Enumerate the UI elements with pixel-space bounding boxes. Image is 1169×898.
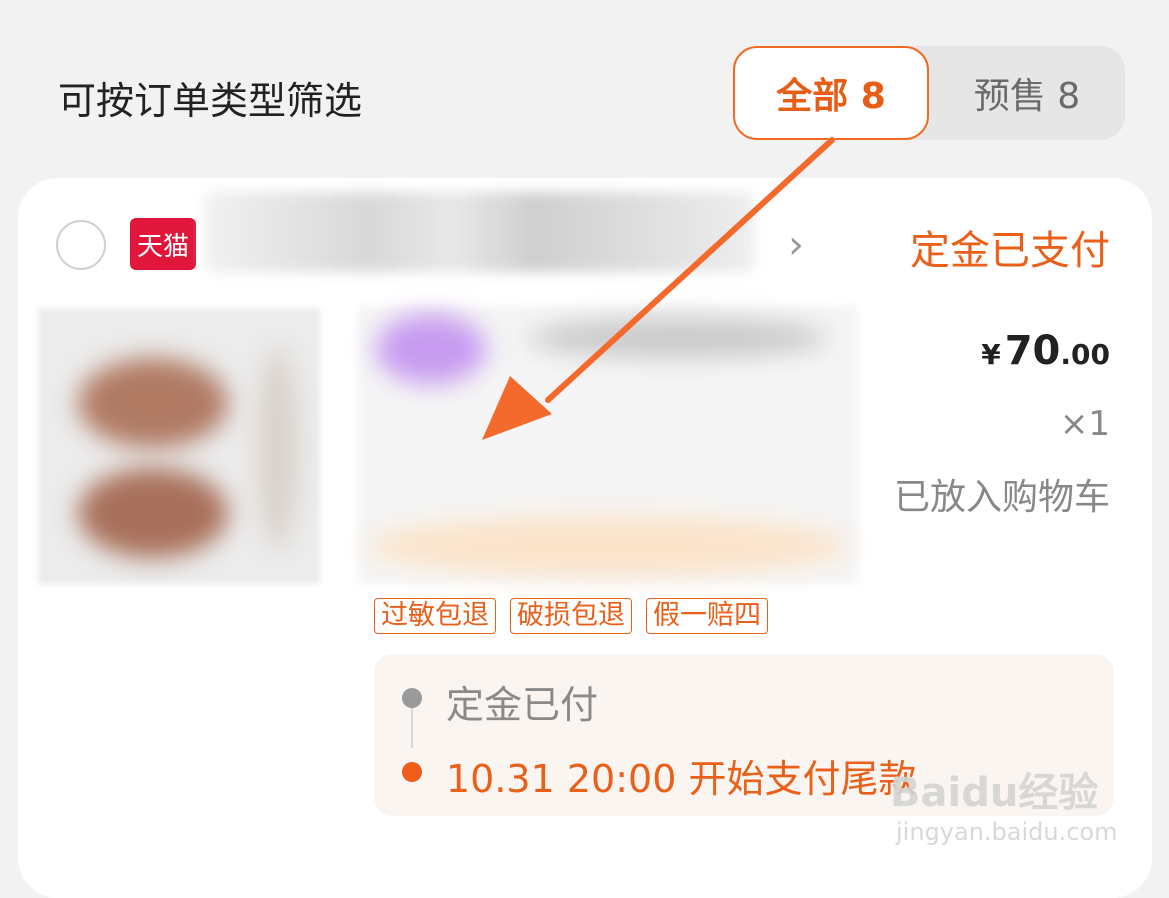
watermark-url: jingyan.baidu.com	[896, 818, 1118, 846]
timeline-dot-current	[402, 762, 422, 782]
tab-all[interactable]: 全部 8	[733, 46, 929, 140]
timeline-step-deposit: 定金已付	[446, 683, 599, 727]
tmall-logo: 天猫	[130, 218, 196, 270]
item-price: ¥ 70 .00	[981, 328, 1110, 374]
baidu-watermark: Baidu经验 jingyan.baidu.com	[890, 760, 1117, 846]
timeline-step-final-payment: 10.31 20:00 开始支付尾款	[446, 757, 917, 801]
price-decimal: .00	[1060, 338, 1110, 371]
cart-status: 已放入购物车	[893, 477, 1110, 518]
product-info-blurred[interactable]	[358, 306, 858, 584]
tab-presale[interactable]: 预售 8	[929, 46, 1125, 140]
service-tags: 过敏包退 破损包退 假一赔四	[374, 598, 768, 634]
timeline-dot-done	[402, 688, 422, 708]
chevron-right-icon[interactable]: ›	[788, 222, 804, 268]
currency-symbol: ¥	[981, 338, 1001, 371]
product-image[interactable]	[38, 308, 320, 584]
shop-name-blurred[interactable]	[204, 192, 754, 272]
order-status: 定金已支付	[910, 228, 1110, 274]
item-quantity: ×1	[1059, 404, 1110, 444]
select-order-radio[interactable]	[56, 220, 106, 270]
order-type-filter: 全部 8 预售 8	[733, 46, 1125, 140]
price-integer: 70	[1004, 328, 1061, 374]
filter-title: 可按订单类型筛选	[58, 79, 363, 123]
service-tag: 假一赔四	[646, 598, 768, 634]
service-tag: 破损包退	[510, 598, 632, 634]
service-tag: 过敏包退	[374, 598, 496, 634]
watermark-main: Baidu经验	[890, 770, 1099, 816]
